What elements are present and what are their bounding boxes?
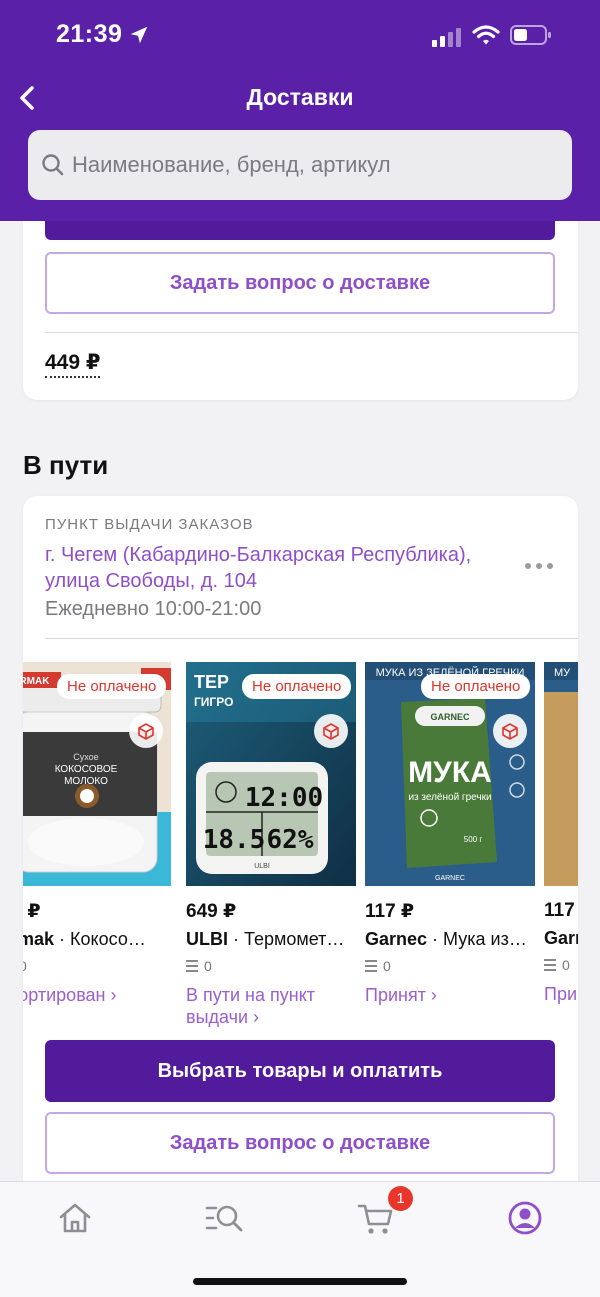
svg-text:МУКА: МУКА <box>408 756 492 789</box>
product-name: ULBI · Термомет… <box>186 929 345 949</box>
flour-package-image: МУ <box>544 662 578 886</box>
divider <box>45 638 578 639</box>
svg-text:62%: 62% <box>267 825 314 855</box>
product-item[interactable]: KARMAK Сухое КОКОСОВОЕ МОЛОКО Не оплачен… <box>23 662 171 1006</box>
status-time: 21:39 <box>56 20 123 48</box>
more-options-icon[interactable] <box>519 554 559 578</box>
reviews-count: 0 <box>544 957 578 973</box>
product-status-link[interactable]: тсортирован › <box>23 984 171 1006</box>
pickup-address-link[interactable]: г. Чегем (Кабардино-Балкарская Республик… <box>45 542 475 594</box>
nav-bar: Доставки <box>0 72 600 122</box>
status-bar: 21:39 <box>0 0 600 72</box>
svg-text:ТЕР: ТЕР <box>194 672 229 692</box>
app-header: 21:39 Доставки Наименование, бренд, арти… <box>0 0 600 221</box>
reviews-icon <box>544 959 556 971</box>
location-arrow-icon <box>130 26 148 44</box>
cellular-signal-icon <box>432 25 464 47</box>
svg-text:GARNEC: GARNEC <box>430 712 470 722</box>
product-price: 117 ₽ <box>365 901 415 922</box>
product-image: МУ <box>544 662 578 886</box>
product-item[interactable]: ТЕР ГИГРО 12:00 18.5 62% ULBI Не оплачен… <box>186 662 356 1028</box>
reviews-icon <box>365 960 377 972</box>
product-image: KARMAK Сухое КОКОСОВОЕ МОЛОКО Не оплачен… <box>23 662 171 886</box>
product-name: Garı <box>544 928 578 948</box>
ask-delivery-question-button[interactable]: Задать вопрос о доставке <box>45 1112 555 1174</box>
product-item[interactable]: МУКА ИЗ ЗЕЛЁНОЙ ГРЕЧКИ GARNEC МУКА из зе… <box>365 662 535 1006</box>
product-price: 649 ₽ <box>186 901 237 922</box>
home-icon[interactable] <box>55 1198 95 1238</box>
box-return-icon <box>129 714 163 748</box>
section-title-in-transit: В пути <box>23 450 109 480</box>
svg-text:12:00: 12:00 <box>245 783 323 813</box>
wifi-icon <box>472 25 500 45</box>
catalog-search-icon[interactable] <box>204 1198 244 1238</box>
svg-text:МОЛОКО: МОЛОКО <box>64 776 108 787</box>
product-name: Garnec · Мука из… <box>365 929 527 949</box>
p1-brand: KARMAK <box>23 676 50 687</box>
reviews-count: 0 <box>186 958 356 974</box>
ask-delivery-question-button[interactable]: Задать вопрос о доставке <box>45 252 555 314</box>
product-image: ТЕР ГИГРО 12:00 18.5 62% ULBI Не оплачен… <box>186 662 356 886</box>
cart-count-badge: 1 <box>388 1186 413 1211</box>
pickup-hours: Ежедневно 10:00-21:00 <box>45 598 262 620</box>
svg-text:Сухое: Сухое <box>73 752 98 762</box>
svg-text:GARNEC: GARNEC <box>435 875 465 882</box>
svg-text:из зелёной гречки: из зелёной гречки <box>408 792 491 803</box>
unpaid-badge: Не оплачено <box>421 674 531 699</box>
total-price[interactable]: 449 ₽ <box>45 350 101 378</box>
pickup-point-label: ПУНКТ ВЫДАЧИ ЗАКАЗОВ <box>45 516 254 533</box>
box-return-icon <box>493 714 527 748</box>
product-name: armak · Кокосо… <box>23 929 146 949</box>
svg-text:КОКОСОВОЕ: КОКОСОВОЕ <box>55 764 118 775</box>
reviews-icon <box>186 960 198 972</box>
svg-text:ULBI: ULBI <box>254 863 270 870</box>
svg-text:МУ: МУ <box>554 667 571 679</box>
box-return-icon <box>314 714 348 748</box>
product-status-link[interactable]: В пути на пункт выдачи › <box>186 984 336 1028</box>
unpaid-badge: Не оплачено <box>242 674 352 699</box>
divider <box>45 332 578 333</box>
profile-icon[interactable] <box>505 1198 545 1238</box>
reviews-count: 0 <box>365 958 535 974</box>
product-price: 117 <box>544 900 575 921</box>
page-title: Доставки <box>246 84 354 110</box>
battery-icon <box>510 25 551 45</box>
reviews-count: 0 <box>23 958 171 974</box>
home-indicator <box>193 1278 407 1285</box>
product-status-link[interactable]: При <box>544 983 578 1005</box>
search-input[interactable]: Наименование, бренд, артикул <box>28 130 572 200</box>
delivery-card-in-transit: ПУНКТ ВЫДАЧИ ЗАКАЗОВ г. Чегем (Кабардино… <box>23 496 578 1196</box>
product-item[interactable]: МУ 117 Garı 0 При <box>544 662 578 1005</box>
product-image: МУКА ИЗ ЗЕЛЁНОЙ ГРЕЧКИ GARNEC МУКА из зе… <box>365 662 535 886</box>
select-and-pay-button[interactable]: Выбрать товары и оплатить <box>45 1040 555 1102</box>
search-icon <box>42 154 64 176</box>
svg-text:ГИГРО: ГИГРО <box>194 695 233 709</box>
product-status-link[interactable]: Принят › <box>365 984 535 1006</box>
svg-text:500 г: 500 г <box>464 835 483 844</box>
search-placeholder: Наименование, бренд, артикул <box>72 152 391 177</box>
unpaid-badge: Не оплачено <box>57 674 167 699</box>
product-price: 18 ₽ <box>23 901 41 922</box>
svg-text:18.5: 18.5 <box>203 825 266 855</box>
